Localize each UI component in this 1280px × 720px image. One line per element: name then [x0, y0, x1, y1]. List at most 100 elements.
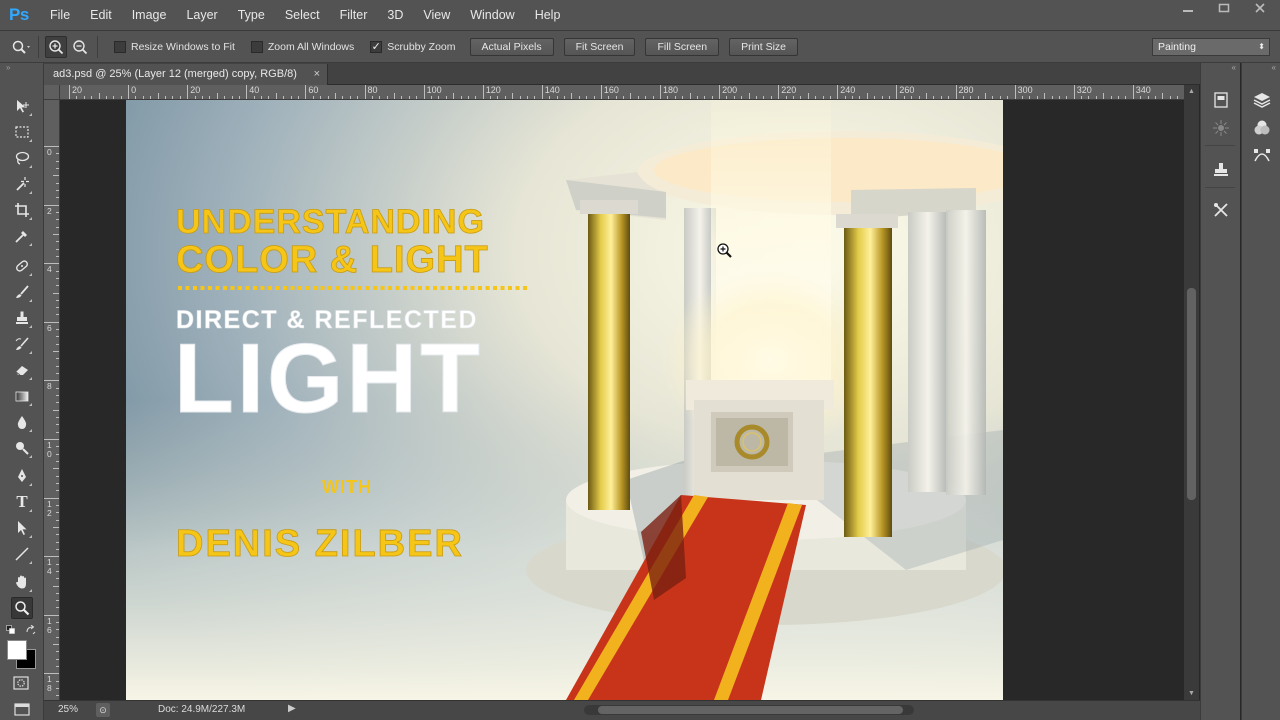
swap-colors-icon[interactable] [26, 624, 36, 635]
ruler-tick [56, 255, 59, 257]
ruler-tick [1169, 96, 1171, 99]
status-menu-arrow-icon[interactable]: ▶ [288, 703, 296, 714]
zoom-all-windows-checkbox[interactable]: Zoom All Windows [250, 40, 354, 53]
close-tab-icon[interactable]: × [314, 64, 320, 84]
menu-layer[interactable]: Layer [176, 0, 227, 31]
vertical-ruler[interactable]: 0 2 4 6 8 10 12 14 16 18 [44, 100, 60, 700]
clone-source-icon[interactable] [1210, 159, 1232, 181]
collapse-arrows-icon[interactable]: » [0, 63, 43, 75]
ruler-v-label: 6 [47, 322, 52, 333]
path-selection-tool-icon[interactable] [11, 517, 33, 539]
ruler-tick [416, 96, 418, 99]
document-tab[interactable]: ad3.psd @ 25% (Layer 12 (merged) copy, R… [44, 64, 328, 85]
menu-select[interactable]: Select [275, 0, 330, 31]
menu-view[interactable]: View [413, 0, 460, 31]
menu-image[interactable]: Image [122, 0, 177, 31]
ruler-tick [327, 96, 329, 99]
crop-tool-icon[interactable] [11, 199, 33, 221]
zoom-level-field[interactable]: 25% [58, 704, 78, 715]
scrubby-zoom-checkbox[interactable]: ✓ Scrubby Zoom [370, 40, 456, 53]
ruler-tick [56, 365, 59, 367]
screen-mode-icon[interactable] [12, 701, 32, 717]
ruler-tick [56, 695, 59, 697]
tool-presets-icon[interactable] [1210, 199, 1232, 221]
zoom-tool-icon[interactable] [11, 597, 33, 619]
ruler-tick [56, 211, 59, 213]
line-tool-icon[interactable] [11, 543, 33, 565]
tool-preset-zoom-icon[interactable] [10, 36, 32, 58]
fit-screen-button[interactable]: Fit Screen [563, 37, 636, 56]
move-tool-icon[interactable] [11, 95, 33, 117]
ruler-tick [56, 197, 59, 199]
ruler-tick [401, 96, 403, 99]
horizontal-ruler[interactable]: 20 0 20 40 60 80 100 120 140 160 180 200 220 240 260 28… [60, 85, 1184, 100]
close-icon[interactable] [1252, 2, 1268, 18]
ruler-tick [593, 96, 595, 99]
menu-help[interactable]: Help [525, 0, 571, 31]
eraser-tool-icon[interactable] [11, 359, 33, 381]
ruler-tick [56, 490, 59, 492]
resize-windows-checkbox[interactable]: Resize Windows to Fit [114, 40, 235, 53]
magic-wand-tool-icon[interactable] [11, 173, 33, 195]
horizontal-scroll-thumb[interactable] [598, 706, 903, 714]
document-canvas[interactable]: UNDERSTANDING COLOR & LIGHT DIRECT & REF… [126, 100, 1003, 700]
minimize-icon[interactable] [1180, 2, 1196, 18]
brush-settings-icon[interactable] [1210, 117, 1232, 139]
ruler-corner[interactable] [44, 85, 60, 100]
channels-icon[interactable] [1251, 117, 1273, 139]
menu-filter[interactable]: Filter [330, 0, 378, 31]
fill-screen-button[interactable]: Fill Screen [645, 37, 720, 56]
pen-tool-icon[interactable] [11, 465, 33, 487]
status-info-icon[interactable]: ⊙ [96, 703, 110, 717]
checkbox-box[interactable] [114, 40, 126, 53]
blur-tool-icon[interactable] [11, 411, 33, 433]
ruler-h-label: 280 [958, 85, 974, 95]
canvas-area[interactable]: UNDERSTANDING COLOR & LIGHT DIRECT & REF… [60, 100, 1184, 700]
spot-healing-tool-icon[interactable] [11, 255, 33, 277]
ruler-tick [608, 96, 610, 99]
brush-presets-icon[interactable] [1210, 89, 1232, 111]
actual-pixels-button[interactable]: Actual Pixels [469, 37, 554, 56]
menu-file[interactable]: File [40, 0, 80, 31]
menu-edit[interactable]: Edit [80, 0, 122, 31]
collapse-arrows-icon[interactable]: « [1242, 63, 1280, 73]
hand-tool-icon[interactable] [11, 571, 33, 593]
ruler-tick [231, 96, 233, 99]
checkmark-icon[interactable]: ✓ [370, 40, 383, 53]
quick-mask-icon[interactable] [12, 675, 32, 691]
ruler-tick [948, 96, 950, 99]
default-colors-icon[interactable] [6, 624, 16, 634]
layers-icon[interactable] [1251, 89, 1273, 111]
menu-window[interactable]: Window [460, 0, 524, 31]
type-tool-icon[interactable]: T [11, 491, 33, 513]
ruler-tick [268, 96, 270, 99]
zoom-in-mode-icon[interactable] [45, 35, 67, 58]
ruler-tick [44, 556, 59, 558]
print-size-button[interactable]: Print Size [729, 37, 799, 56]
eyedropper-tool-icon[interactable] [11, 225, 33, 247]
ruler-tick [56, 541, 59, 543]
brush-tool-icon[interactable] [11, 281, 33, 303]
menu-type[interactable]: Type [228, 0, 275, 31]
ruler-tick [911, 96, 913, 99]
menu-3d[interactable]: 3D [377, 0, 413, 31]
workspace-select[interactable]: Painting ⬍ [1152, 38, 1270, 56]
checkbox-box[interactable] [250, 40, 263, 53]
horizontal-scrollbar[interactable] [584, 705, 914, 715]
zoom-out-mode-icon[interactable] [69, 36, 91, 58]
rectangular-marquee-tool-icon[interactable] [11, 121, 33, 143]
vertical-scroll-thumb[interactable] [1187, 288, 1196, 500]
ruler-tick [56, 153, 59, 155]
restore-icon[interactable] [1216, 2, 1232, 18]
gradient-tool-icon[interactable] [11, 385, 33, 407]
dodge-tool-icon[interactable] [11, 437, 33, 459]
clone-stamp-tool-icon[interactable] [11, 307, 33, 329]
scroll-down-icon[interactable]: ▼ [1188, 690, 1195, 697]
foreground-color-swatch[interactable] [7, 640, 27, 660]
paths-icon[interactable] [1251, 145, 1273, 167]
vertical-scrollbar[interactable]: ▲ ▼ [1184, 85, 1199, 700]
history-brush-tool-icon[interactable] [11, 333, 33, 355]
collapse-arrows-icon[interactable]: « [1201, 63, 1240, 73]
scroll-up-icon[interactable]: ▲ [1188, 88, 1195, 95]
lasso-tool-icon[interactable] [11, 147, 33, 169]
